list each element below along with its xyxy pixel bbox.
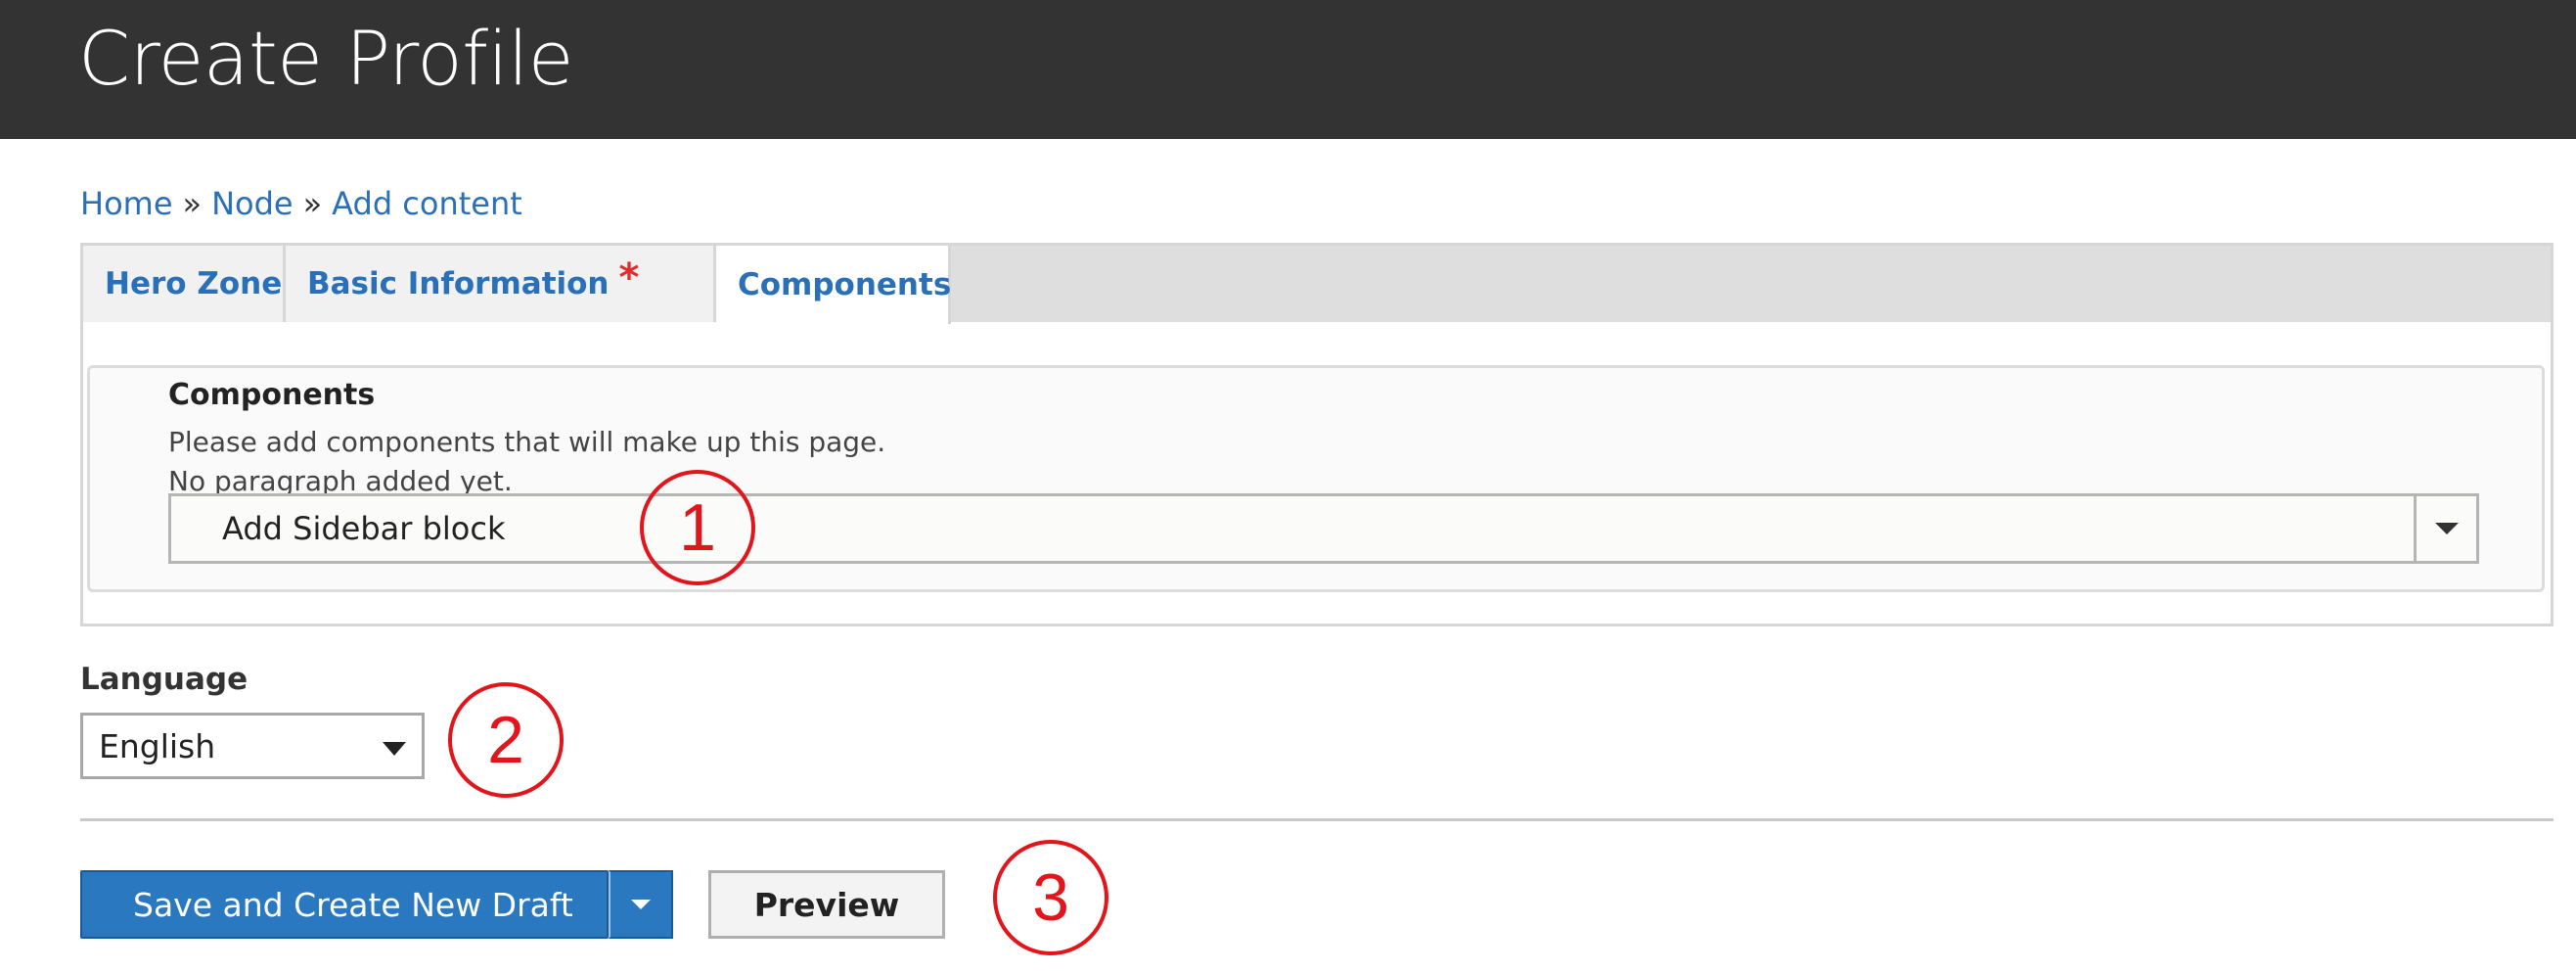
tab-basic-information-label: Basic Information [307, 266, 610, 301]
breadcrumb-home-link[interactable]: Home [80, 185, 173, 222]
breadcrumb: Home» Node» Add content [80, 184, 522, 223]
vertical-tabs-panel: Hero Zone Basic Information * Components … [80, 243, 2553, 626]
components-title: Components [168, 378, 376, 412]
tab-hero-zone[interactable]: Hero Zone [83, 246, 286, 322]
form-divider [80, 818, 2553, 821]
language-select[interactable]: English [80, 713, 425, 779]
breadcrumb-node-link[interactable]: Node [211, 185, 294, 222]
annotation-marker-3: 3 [993, 840, 1108, 955]
breadcrumb-add-content-link[interactable]: Add content [332, 185, 522, 222]
add-component-select[interactable]: Add Sidebar block [168, 493, 2479, 564]
preview-button[interactable]: Preview [708, 870, 945, 939]
components-description-block: Please add components that will make up … [168, 423, 885, 501]
tab-basic-information[interactable]: Basic Information * [286, 246, 716, 322]
chevron-down-icon [383, 742, 406, 756]
required-marker: * [618, 255, 640, 301]
language-label: Language [80, 662, 249, 697]
save-options-dropdown-toggle[interactable] [609, 870, 673, 939]
tab-components[interactable]: Components [716, 246, 951, 324]
annotation-marker-2: 2 [448, 682, 564, 798]
add-component-dropdown-toggle[interactable] [2414, 496, 2476, 561]
components-fieldset: Components Please add components that wi… [87, 365, 2545, 592]
breadcrumb-separator: » [182, 185, 203, 222]
add-component-select-value: Add Sidebar block [222, 510, 506, 547]
page-header: Create Profile [0, 0, 2576, 139]
breadcrumb-separator: » [302, 185, 323, 222]
page-title: Create Profile [78, 15, 574, 102]
chevron-down-icon [631, 900, 651, 909]
chevron-down-icon [2434, 523, 2459, 534]
save-and-create-draft-button[interactable]: Save and Create New Draft [80, 870, 609, 939]
annotation-marker-1: 1 [640, 470, 755, 585]
language-select-value: English [99, 727, 216, 765]
components-description: Please add components that will make up … [168, 426, 886, 458]
tab-bar: Hero Zone Basic Information * Components [83, 246, 2551, 324]
